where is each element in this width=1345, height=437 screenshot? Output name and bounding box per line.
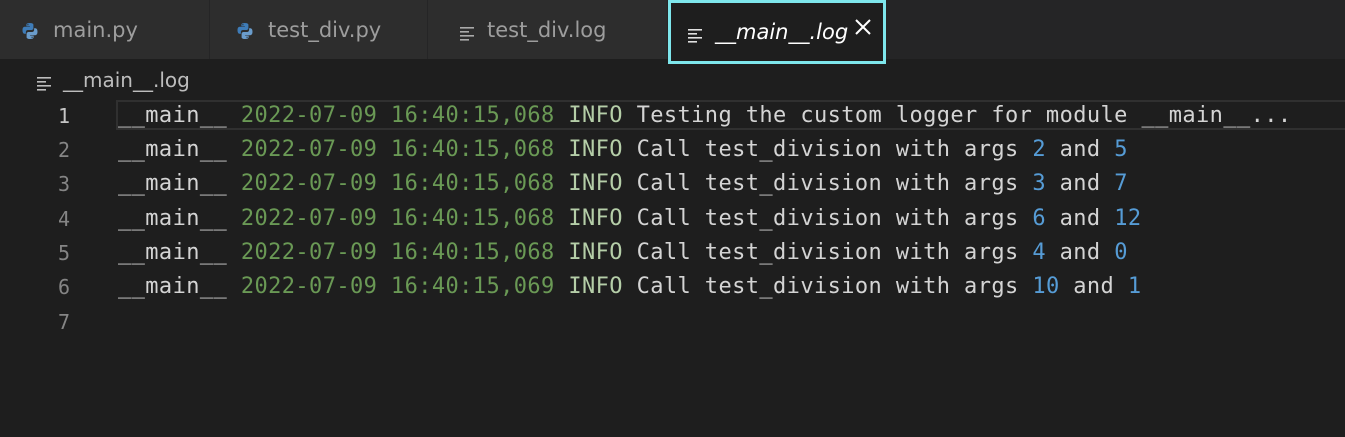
tab-main-py[interactable]: main.py [0,0,210,59]
arg-number: 5 [1114,137,1128,162]
arg-number: 2 [1032,137,1046,162]
arg-number: 0 [1114,240,1128,265]
close-icon [855,19,871,35]
code-line: __main__ 2022-07-09 16:40:15,069 INFO Ca… [118,270,1142,304]
arg-number: 1 [1127,274,1142,299]
log-message: Call test_division with args [636,137,1019,162]
tab-label: test_div.log [487,17,607,42]
log-message: Call test_division with args [636,240,1019,265]
tab-label: __main__.log [715,20,849,44]
logger-name: __main__ [118,103,228,128]
code-line: __main__ 2022-07-09 16:40:15,068 INFO Ca… [118,236,1128,270]
line-number: 4 [57,207,70,231]
and-keyword: and [1073,274,1115,299]
timestamp: 2022-07-09 16:40:15,068 [240,137,555,162]
and-keyword: and [1059,240,1101,265]
tab-label: test_div.py [268,17,382,42]
timestamp: 2022-07-09 16:40:15,068 [240,103,555,128]
python-icon [236,21,254,39]
and-keyword: and [1059,206,1101,231]
line-number: 7 [57,310,70,334]
timestamp: 2022-07-09 16:40:15,069 [240,274,555,299]
editor-tab-bar: main.py test_div.py test_div.log __main_… [0,0,1345,64]
log-message: Call test_division with args [636,274,1019,299]
and-keyword: and [1059,171,1101,196]
timestamp: 2022-07-09 16:40:15,068 [240,240,555,265]
log-message: Call test_division with args [636,206,1019,231]
arg-number: 4 [1032,240,1046,265]
log-level: INFO [568,171,623,196]
tab-test-div-py[interactable]: test_div.py [210,0,428,59]
tab-main-log[interactable]: __main__.log [668,0,886,64]
breadcrumb-file: __main__.log [63,68,190,92]
editor-area[interactable]: 1 2 3 4 5 6 7 __main__ 2022-07-09 16:40:… [0,99,1345,437]
breadcrumb[interactable]: __main__.log [36,67,190,93]
log-level: INFO [568,240,623,265]
text-lines-icon [459,22,475,41]
line-number: 1 [57,104,70,128]
logger-name: __main__ [118,137,228,162]
logger-name: __main__ [118,274,228,299]
logger-name: __main__ [118,206,228,231]
log-message: Testing the custom logger for module __m… [636,103,1292,128]
log-level: INFO [568,103,623,128]
close-tab-button[interactable] [853,17,873,37]
timestamp: 2022-07-09 16:40:15,068 [240,206,555,231]
arg-number: 7 [1114,171,1128,196]
line-number: 2 [57,138,70,162]
line-number: 6 [57,275,70,299]
code-line: __main__ 2022-07-09 16:40:15,068 INFO Ca… [118,202,1142,236]
line-number: 5 [57,241,70,265]
arg-number: 6 [1032,206,1046,231]
line-number: 3 [57,172,70,196]
tab-label: main.py [53,17,138,42]
log-level: INFO [568,137,623,162]
arg-number: 10 [1032,274,1060,299]
logger-name: __main__ [118,240,228,265]
code-line: __main__ 2022-07-09 16:40:15,068 INFO Ca… [118,133,1128,167]
timestamp: 2022-07-09 16:40:15,068 [240,171,555,196]
log-message: Call test_division with args [636,171,1019,196]
logger-name: __main__ [118,171,228,196]
arg-number: 3 [1032,171,1046,196]
arg-number: 12 [1114,206,1142,231]
code-line: __main__ 2022-07-09 16:40:15,068 INFO Ca… [118,167,1128,201]
log-level: INFO [568,206,623,231]
code-line: __main__ 2022-07-09 16:40:15,068 INFO Te… [118,99,1292,133]
python-icon [21,21,39,39]
log-level: INFO [568,274,623,299]
text-lines-icon [36,72,52,91]
text-lines-icon [687,24,703,43]
tab-test-div-log[interactable]: test_div.log [428,0,668,59]
and-keyword: and [1059,137,1101,162]
